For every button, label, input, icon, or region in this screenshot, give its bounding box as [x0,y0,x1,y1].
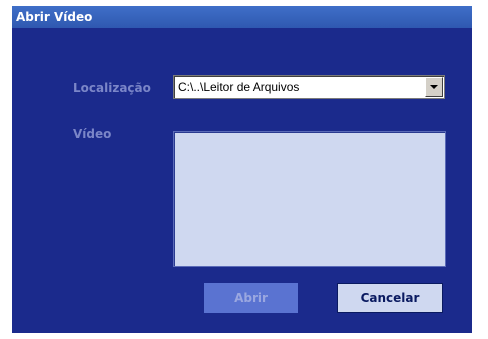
video-label: Vídeo [73,127,112,141]
open-button[interactable]: Abrir [204,283,298,313]
location-value: C:\..\Leitor de Arquivos [178,80,300,94]
open-video-dialog: Abrir Vídeo Localização C:\..\Leitor de … [12,6,472,333]
cancel-button[interactable]: Cancelar [337,283,443,313]
video-list[interactable] [173,131,446,267]
chevron-down-icon[interactable] [425,77,443,97]
location-label: Localização [73,81,151,95]
dialog-title: Abrir Vídeo [12,6,472,28]
location-dropdown[interactable]: C:\..\Leitor de Arquivos [173,75,445,99]
